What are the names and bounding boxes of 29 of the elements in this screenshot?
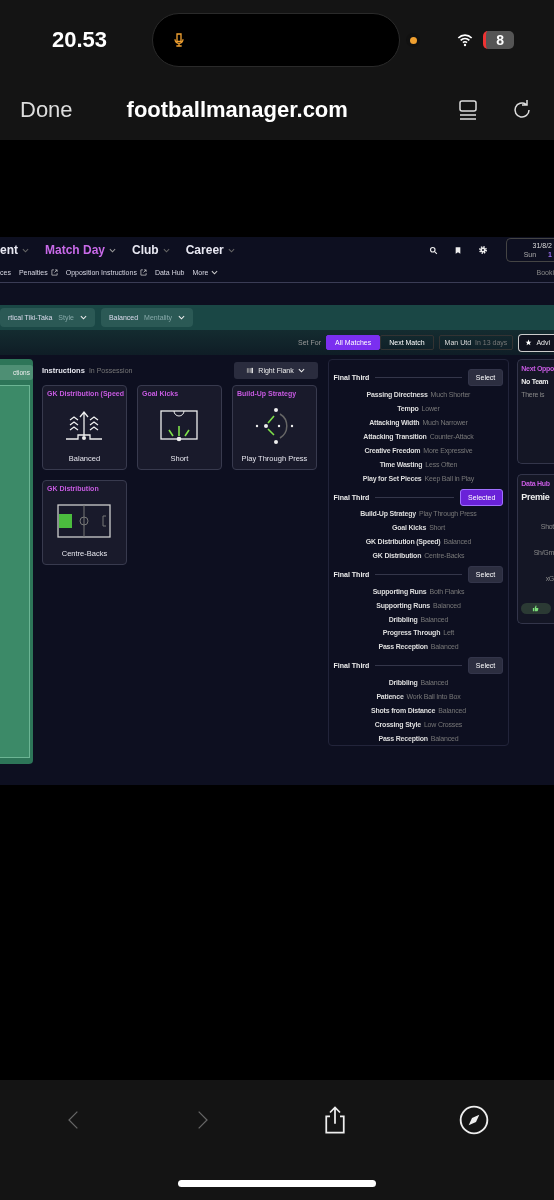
compass-icon[interactable]: [458, 1104, 490, 1136]
nav-tab[interactable]: ent: [0, 243, 29, 257]
caret-icon: [178, 315, 186, 320]
nav-tab[interactable]: Career: [185, 243, 235, 257]
microphone-icon: [171, 30, 187, 50]
league-name: Premie: [521, 492, 551, 502]
star-icon: [525, 339, 533, 346]
caret-icon: [297, 367, 305, 373]
battery-level: 8: [483, 31, 514, 49]
caret-icon: [109, 247, 117, 253]
reader-icon[interactable]: [456, 98, 480, 122]
caret-icon: [22, 247, 29, 253]
bars-icon: [246, 366, 255, 374]
external-link-icon: [139, 269, 147, 276]
address-bar[interactable]: footballmanager.com: [126, 97, 456, 123]
caret-icon: [162, 247, 170, 253]
external-link-icon: [50, 269, 58, 276]
recording-dot-icon: [409, 36, 417, 44]
nav-tab[interactable]: Match Day: [45, 243, 117, 257]
nav-tab[interactable]: Club: [132, 243, 170, 257]
done-button[interactable]: Done: [20, 97, 73, 123]
caret-icon: [211, 270, 219, 275]
caret-icon: [79, 315, 87, 320]
search-icon[interactable]: [429, 245, 438, 255]
settings-icon[interactable]: [478, 245, 488, 255]
bookmark-icon[interactable]: [454, 245, 462, 255]
clock: 20.53: [52, 27, 109, 53]
caret-icon: [227, 247, 235, 253]
thumbs-up-icon: [532, 605, 540, 612]
